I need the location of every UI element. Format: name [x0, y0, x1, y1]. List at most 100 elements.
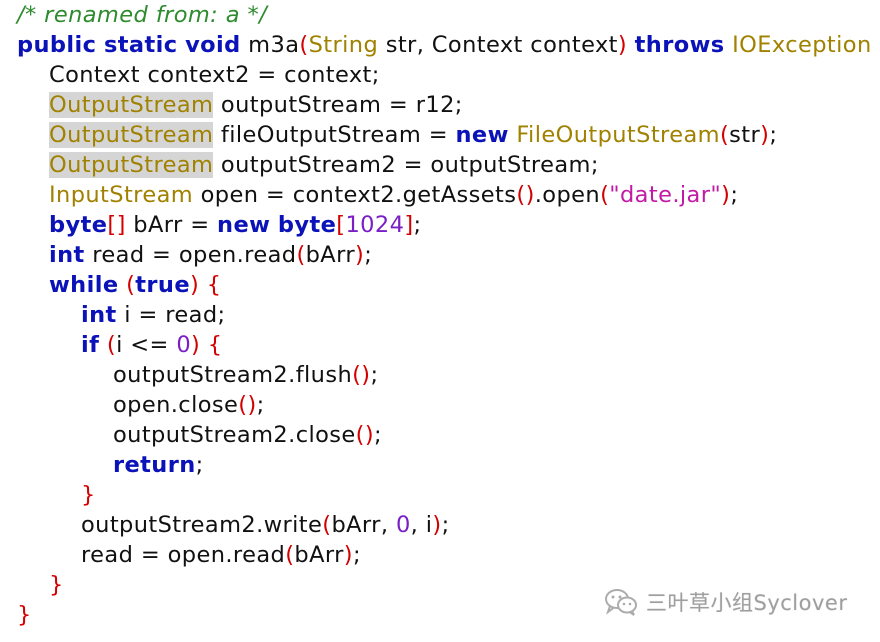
- code-token-kw: return: [113, 452, 196, 478]
- code-line: open.close();: [17, 390, 880, 420]
- code-line: outputStream2.close();: [17, 420, 880, 450]
- code-token-num: 0: [176, 332, 192, 358]
- code-token-plain: ;: [769, 122, 778, 148]
- code-line: read = open.read(bArr);: [17, 540, 880, 570]
- code-token-punc: {: [206, 272, 222, 298]
- code-token-punc: ): [189, 272, 200, 298]
- code-token-plain: outputStream2.write: [81, 512, 323, 538]
- code-token-plain: outputStream2.flush: [113, 362, 353, 388]
- code-token-plain: i <=: [116, 332, 177, 358]
- code-token-punc: (: [719, 122, 730, 148]
- code-token-plain: open.close: [113, 392, 239, 418]
- wechat-icon: [605, 589, 637, 616]
- code-token-punc: (: [600, 182, 610, 208]
- code-token-kw: new: [217, 212, 271, 238]
- code-block: /* renamed from: a */public static void …: [17, 0, 880, 630]
- code-token-punc: []: [107, 212, 126, 238]
- code-line: OutputStream outputStream2 = outputStrea…: [17, 150, 880, 180]
- code-line: return;: [17, 450, 880, 480]
- code-token-punc: (: [126, 272, 136, 298]
- code-line: /* renamed from: a */: [17, 0, 880, 30]
- code-token-plain: ;: [374, 422, 382, 448]
- code-token-type: IOException: [732, 32, 872, 58]
- code-line: OutputStream outputStream = r12;: [17, 90, 880, 120]
- code-token-punc: }: [49, 572, 64, 598]
- code-line: outputStream2.write(bArr, 0, i);: [17, 510, 880, 540]
- code-token-plain: str, Context context: [378, 32, 618, 58]
- code-token-kw: byte: [277, 212, 337, 238]
- code-token-plain: bArr =: [125, 212, 218, 238]
- code-token-plain: m3a: [240, 32, 300, 58]
- code-token-punc: {: [207, 332, 223, 358]
- code-token-punc: (: [299, 32, 309, 58]
- code-line: InputStream open = context2.getAssets ().…: [17, 180, 880, 210]
- code-token-type: String: [308, 32, 379, 58]
- code-line: outputStream2.flush();: [17, 360, 880, 390]
- code-token-plain: ;: [352, 542, 361, 568]
- code-token-plain: bArr: [305, 242, 356, 268]
- code-line: byte[] bArr = new byte[1024];: [17, 210, 880, 240]
- code-line: int read = open.read(bArr);: [17, 240, 880, 270]
- code-token-plain: read = open.read: [81, 542, 286, 568]
- code-token-punc: }: [17, 602, 32, 628]
- code-token-kw: int: [49, 242, 85, 268]
- code-token-punc: (: [296, 242, 306, 268]
- code-token-type: FileOutputStream: [516, 122, 720, 148]
- code-token-kw: int: [81, 302, 117, 328]
- code-token-plain: outputStream2.close: [113, 422, 356, 448]
- code-token-punc: (): [238, 392, 257, 418]
- code-token-type: InputStream: [49, 182, 194, 208]
- code-line: public static void m3a(String str, Conte…: [17, 30, 880, 60]
- code-token-plain: ;: [413, 212, 422, 238]
- code-token-kw: if: [81, 332, 100, 358]
- code-line: if (i <= 0) {: [17, 330, 880, 360]
- code-token-plain: open = context2.getAssets: [193, 182, 517, 208]
- code-token-punc: (: [285, 542, 295, 568]
- code-token-plain: bArr,: [331, 512, 396, 538]
- code-token-kw: static: [103, 32, 178, 58]
- code-token-kw: void: [185, 32, 241, 58]
- code-token-plain: ;: [364, 242, 373, 268]
- code-token-punc: }: [81, 482, 96, 508]
- code-token-kw: while: [49, 272, 119, 298]
- code-token-punc: ): [721, 182, 731, 208]
- code-token-num: 1024: [345, 212, 405, 238]
- code-token-kw: true: [135, 272, 190, 298]
- code-token-plain: read = open.read: [84, 242, 297, 268]
- code-token-plain: outputStream2 = outputStream;: [213, 152, 599, 178]
- code-line: while (true) {: [17, 270, 880, 300]
- code-token-punc: ): [432, 512, 442, 538]
- code-token-str: "date.jar": [609, 182, 722, 208]
- code-token-comment: /* renamed from: a */: [17, 2, 268, 28]
- code-token-type: OutputStream: [49, 122, 214, 148]
- code-token-punc: ): [343, 542, 353, 568]
- code-token-plain: ;: [730, 182, 739, 208]
- code-token-punc: ): [617, 32, 628, 58]
- code-token-plain: ;: [256, 392, 265, 418]
- code-token-plain: Context context2 = context;: [49, 62, 380, 88]
- code-token-plain: str: [729, 122, 761, 148]
- code-token-kw: new: [455, 122, 509, 148]
- code-token-kw: throws: [634, 32, 725, 58]
- code-token-punc: ): [191, 332, 201, 358]
- code-token-plain: ;: [195, 452, 204, 478]
- code-token-punc: (): [352, 362, 371, 388]
- code-token-plain: bArr: [294, 542, 344, 568]
- code-token-punc: (): [355, 422, 375, 448]
- code-token-punc: ): [760, 122, 770, 148]
- code-token-num: 0: [395, 512, 411, 538]
- code-token-type: OutputStream: [49, 152, 214, 178]
- code-token-punc: (: [106, 332, 117, 358]
- code-token-plain: ;: [370, 362, 379, 388]
- code-token-plain: outputStream = r12;: [213, 92, 463, 118]
- code-token-plain: .open: [534, 182, 601, 208]
- code-token-type: OutputStream: [49, 92, 214, 118]
- watermark-text: 三叶草小组Syclover: [646, 591, 848, 615]
